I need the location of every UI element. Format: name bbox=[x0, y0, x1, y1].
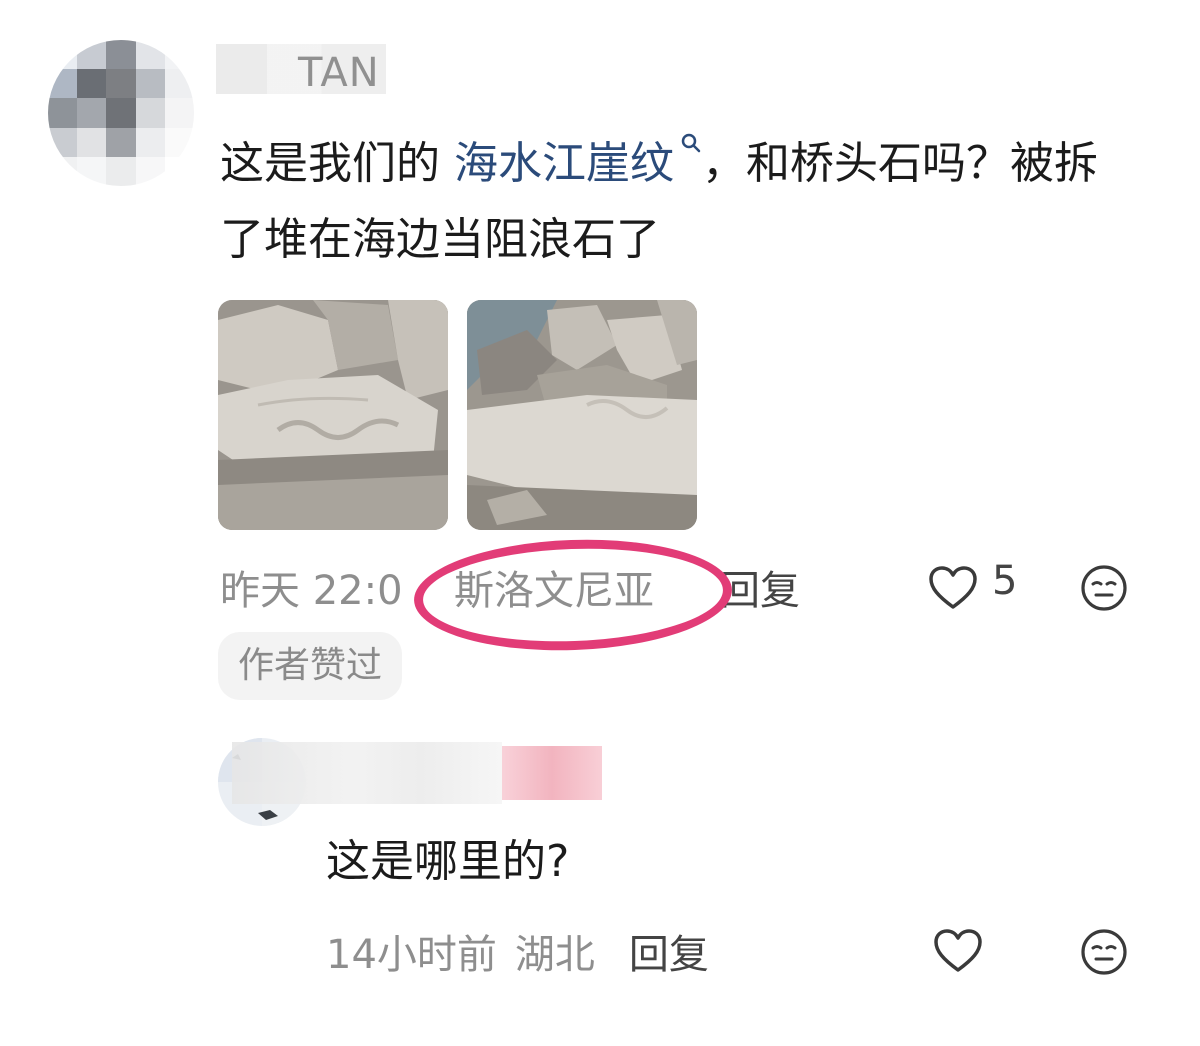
search-icon[interactable] bbox=[680, 132, 702, 154]
comment-time: 昨天 22:0 bbox=[220, 568, 403, 614]
heart-outline-icon[interactable] bbox=[932, 928, 984, 974]
meh-face-icon[interactable] bbox=[1080, 564, 1128, 612]
author-liked-badge: 作者赞过 bbox=[218, 632, 403, 700]
username-reply-blur bbox=[232, 742, 502, 804]
like-count: 5 bbox=[992, 558, 1018, 604]
username-suffix: TAN bbox=[298, 50, 380, 96]
comment-photo-2[interactable] bbox=[467, 300, 697, 530]
rock-photo-2 bbox=[467, 300, 697, 530]
reply-text: 这是哪里的? bbox=[326, 836, 570, 887]
username-reply[interactable] bbox=[232, 742, 604, 804]
comment-text-prefix: 这是我们的 bbox=[220, 138, 454, 189]
comment-text: 这是我们的 海水江崖纹 ，和桥头石吗？被拆了堆在海边当阻浪石了 bbox=[220, 126, 1100, 278]
username-reply-badge-blur bbox=[502, 746, 602, 800]
reply-time: 14小时前 bbox=[326, 932, 497, 978]
rock-photo-1 bbox=[218, 300, 448, 530]
reply-reply-button[interactable]: 回复 bbox=[629, 932, 709, 978]
meh-face-icon[interactable] bbox=[1080, 928, 1128, 976]
avatar-main[interactable] bbox=[48, 40, 194, 186]
comment-photo-1[interactable] bbox=[218, 300, 448, 530]
search-link[interactable]: 海水江崖纹 bbox=[454, 138, 674, 189]
reply-location: 湖北 bbox=[514, 932, 595, 978]
reply-meta: 14小时前 湖北 回复 bbox=[326, 922, 709, 980]
reply-button[interactable]: 回复 bbox=[720, 558, 800, 616]
location-highlight-circle bbox=[412, 534, 734, 656]
heart-outline-icon[interactable] bbox=[928, 565, 978, 611]
avatar-mosaic bbox=[48, 40, 194, 186]
